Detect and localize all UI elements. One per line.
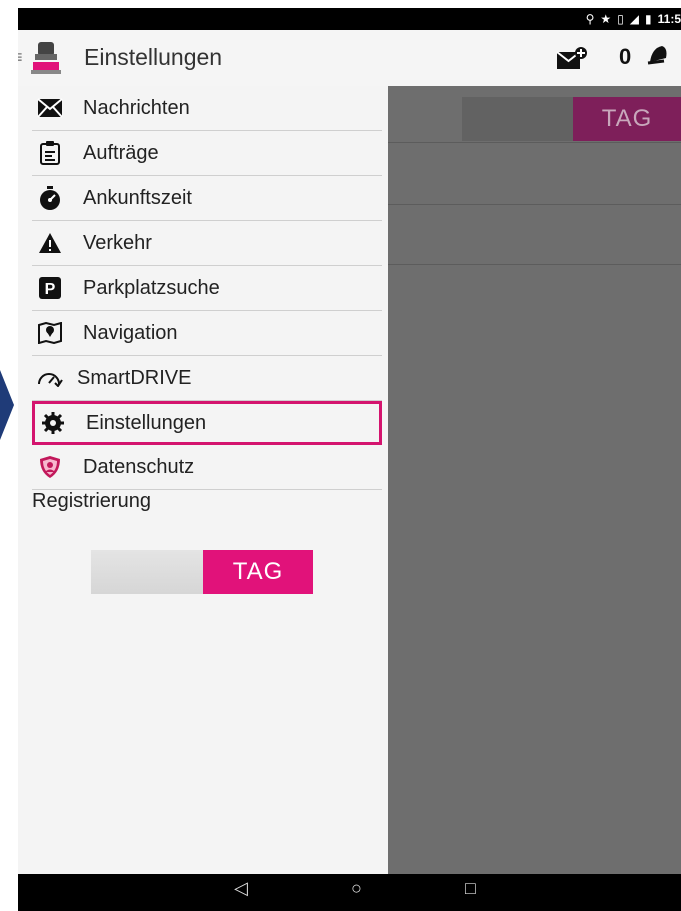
- vibrate-icon: ▯: [617, 12, 624, 26]
- menu-item-nachrichten[interactable]: Nachrichten: [32, 86, 382, 131]
- menu-item-navigation[interactable]: Navigation: [32, 311, 382, 356]
- star-icon: ★: [600, 12, 612, 26]
- hamburger-icon[interactable]: ≡: [18, 47, 23, 68]
- menu-item-auftraege[interactable]: Aufträge: [32, 131, 382, 176]
- envelope-icon: [37, 95, 63, 121]
- menu-item-smartdrive[interactable]: SmartDRIVE: [32, 356, 382, 401]
- android-nav-bar: ◁ ○ □: [18, 874, 681, 911]
- warning-icon: [37, 230, 63, 256]
- menu-item-label: SmartDRIVE: [77, 366, 192, 389]
- menu-item-label: Parkplatzsuche: [83, 276, 220, 299]
- shield-icon: [37, 454, 63, 480]
- clipboard-icon: [37, 140, 63, 166]
- menu-item-label: Aufträge: [83, 141, 159, 164]
- message-count: 0: [619, 44, 632, 69]
- toggle-off-segment: [91, 550, 203, 594]
- status-bar: ⚲ ★ ▯ ◢ ▮ 11:5: [18, 8, 681, 30]
- truck-driver-logo-icon[interactable]: [29, 40, 63, 76]
- home-icon[interactable]: ○: [351, 878, 362, 899]
- menu-item-parkplatzsuche[interactable]: P Parkplatzsuche: [32, 266, 382, 311]
- menu-item-label: Nachrichten: [83, 96, 190, 119]
- day-night-toggle[interactable]: TAG: [91, 550, 313, 594]
- background-toggle-off: [462, 97, 573, 141]
- parking-icon: P: [37, 275, 63, 301]
- page-title: Einstellungen: [84, 44, 223, 70]
- toggle-on-segment: TAG: [203, 550, 313, 594]
- stopwatch-icon: [37, 185, 63, 211]
- speedometer-icon: [37, 365, 63, 391]
- menu-item-ankunftszeit[interactable]: Ankunftszeit: [32, 176, 382, 221]
- location-icon: ⚲: [585, 12, 595, 26]
- battery-icon: ▮: [645, 12, 652, 26]
- menu-item-label: Navigation: [83, 321, 178, 344]
- menu-item-label: Verkehr: [83, 231, 152, 254]
- background-divider: [388, 204, 681, 205]
- recents-icon[interactable]: □: [465, 878, 476, 899]
- background-divider: [388, 264, 681, 265]
- menu-item-label: Ankunftszeit: [83, 186, 192, 209]
- menu-item-label: Einstellungen: [86, 411, 207, 434]
- gear-icon: [40, 410, 66, 436]
- new-message-icon[interactable]: [556, 46, 588, 70]
- back-icon[interactable]: ◁: [234, 878, 248, 899]
- drawer-menu: Nachrichten Aufträge Ankunftszeit Verkeh…: [32, 86, 382, 490]
- signal-icon: ◢: [629, 12, 640, 26]
- status-time: 11:5: [657, 12, 681, 26]
- menu-item-datenschutz[interactable]: Datenschutz: [32, 445, 382, 490]
- svg-text:P: P: [45, 281, 56, 298]
- background-toggle-on: TAG: [573, 97, 681, 141]
- registration-link[interactable]: Registrierung: [32, 490, 151, 513]
- navigation-drawer: Nachrichten Aufträge Ankunftszeit Verkeh…: [18, 86, 388, 874]
- background-divider: [388, 142, 681, 143]
- menu-item-verkehr[interactable]: Verkehr: [32, 221, 382, 266]
- menu-item-label: Datenschutz: [83, 455, 195, 478]
- app-bar: ≡ Einstellungen 0: [18, 30, 681, 86]
- app-window: ⚲ ★ ▯ ◢ ▮ 11:5 ≡ Einstellungen 0 TAG: [18, 8, 681, 911]
- pointer-arrow-icon: [0, 370, 14, 440]
- menu-item-einstellungen[interactable]: Einstellungen: [32, 401, 382, 445]
- background-scrim[interactable]: TAG: [388, 86, 681, 874]
- map-pin-icon: [37, 320, 63, 346]
- bell-icon[interactable]: [646, 42, 670, 72]
